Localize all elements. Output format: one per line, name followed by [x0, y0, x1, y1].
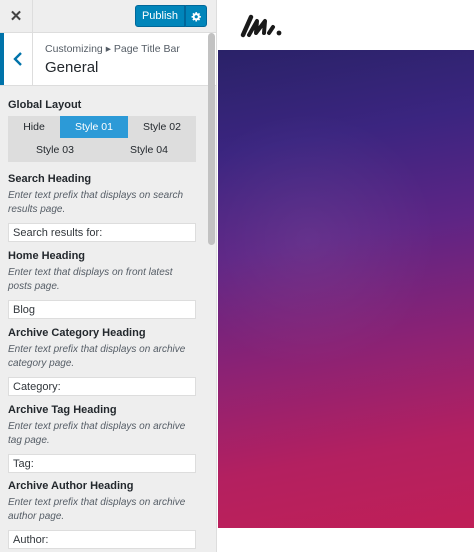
site-preview — [218, 0, 474, 552]
scrollbar-thumb[interactable] — [208, 33, 215, 245]
breadcrumb: Customizing ▸ Page Title Bar — [45, 43, 180, 55]
layout-option-style-04[interactable]: Style 04 — [102, 139, 196, 161]
section-title: General — [45, 59, 99, 76]
control-description: Enter text prefix that displays on archi… — [8, 344, 186, 369]
chevron-left-icon — [13, 52, 22, 66]
control-title: Archive Category Heading — [8, 327, 146, 339]
site-logo-icon[interactable] — [239, 13, 285, 39]
control-title: Archive Author Heading — [8, 480, 134, 492]
publish-button[interactable]: Publish — [135, 5, 185, 27]
control-title: Archive Tag Heading — [8, 404, 117, 416]
back-button[interactable] — [0, 33, 33, 85]
control-description: Enter text prefix that displays on searc… — [8, 190, 184, 215]
layout-segmented-control: Hide Style 01 Style 02 Style 03 Style 04 — [8, 116, 196, 162]
customizer-sidebar: ✕ Publish Customizing ▸ Page Title Bar G… — [0, 0, 217, 552]
home-heading-control: Home Heading Enter text that displays on… — [8, 249, 196, 319]
global-layout-title: Global Layout — [8, 99, 82, 111]
layout-option-hide[interactable]: Hide — [8, 116, 60, 138]
gear-icon — [191, 11, 201, 21]
archive-category-heading-control: Archive Category Heading Enter text pref… — [8, 326, 196, 396]
sidebar-scrollbar[interactable] — [207, 33, 216, 552]
archive-tag-heading-input[interactable] — [8, 454, 196, 473]
close-icon: ✕ — [9, 8, 23, 25]
search-heading-input[interactable] — [8, 223, 196, 242]
publish-settings-button[interactable] — [185, 5, 207, 27]
control-title: Home Heading — [8, 250, 86, 262]
control-title: Search Heading — [8, 173, 92, 185]
search-heading-control: Search Heading Enter text prefix that di… — [8, 172, 196, 242]
home-heading-input[interactable] — [8, 300, 196, 319]
archive-tag-heading-control: Archive Tag Heading Enter text prefix th… — [8, 403, 196, 473]
layout-option-style-02[interactable]: Style 02 — [128, 116, 196, 138]
global-layout-control: Global Layout — [8, 98, 196, 112]
archive-author-heading-control: Archive Author Heading Enter text prefix… — [8, 479, 196, 549]
hero-glow — [218, 110, 438, 370]
control-description: Enter text prefix that displays on archi… — [8, 497, 186, 522]
layout-option-style-03[interactable]: Style 03 — [8, 139, 102, 161]
layout-option-style-01[interactable]: Style 01 — [60, 116, 128, 138]
hero-image — [218, 50, 474, 528]
control-description: Enter text that displays on front latest… — [8, 267, 173, 292]
section-header: Customizing ▸ Page Title Bar General — [0, 33, 216, 86]
close-button[interactable]: ✕ — [0, 0, 33, 32]
customizer-header: ✕ Publish — [0, 0, 216, 33]
archive-category-heading-input[interactable] — [8, 377, 196, 396]
archive-author-heading-input[interactable] — [8, 530, 196, 549]
control-description: Enter text prefix that displays on archi… — [8, 421, 186, 446]
